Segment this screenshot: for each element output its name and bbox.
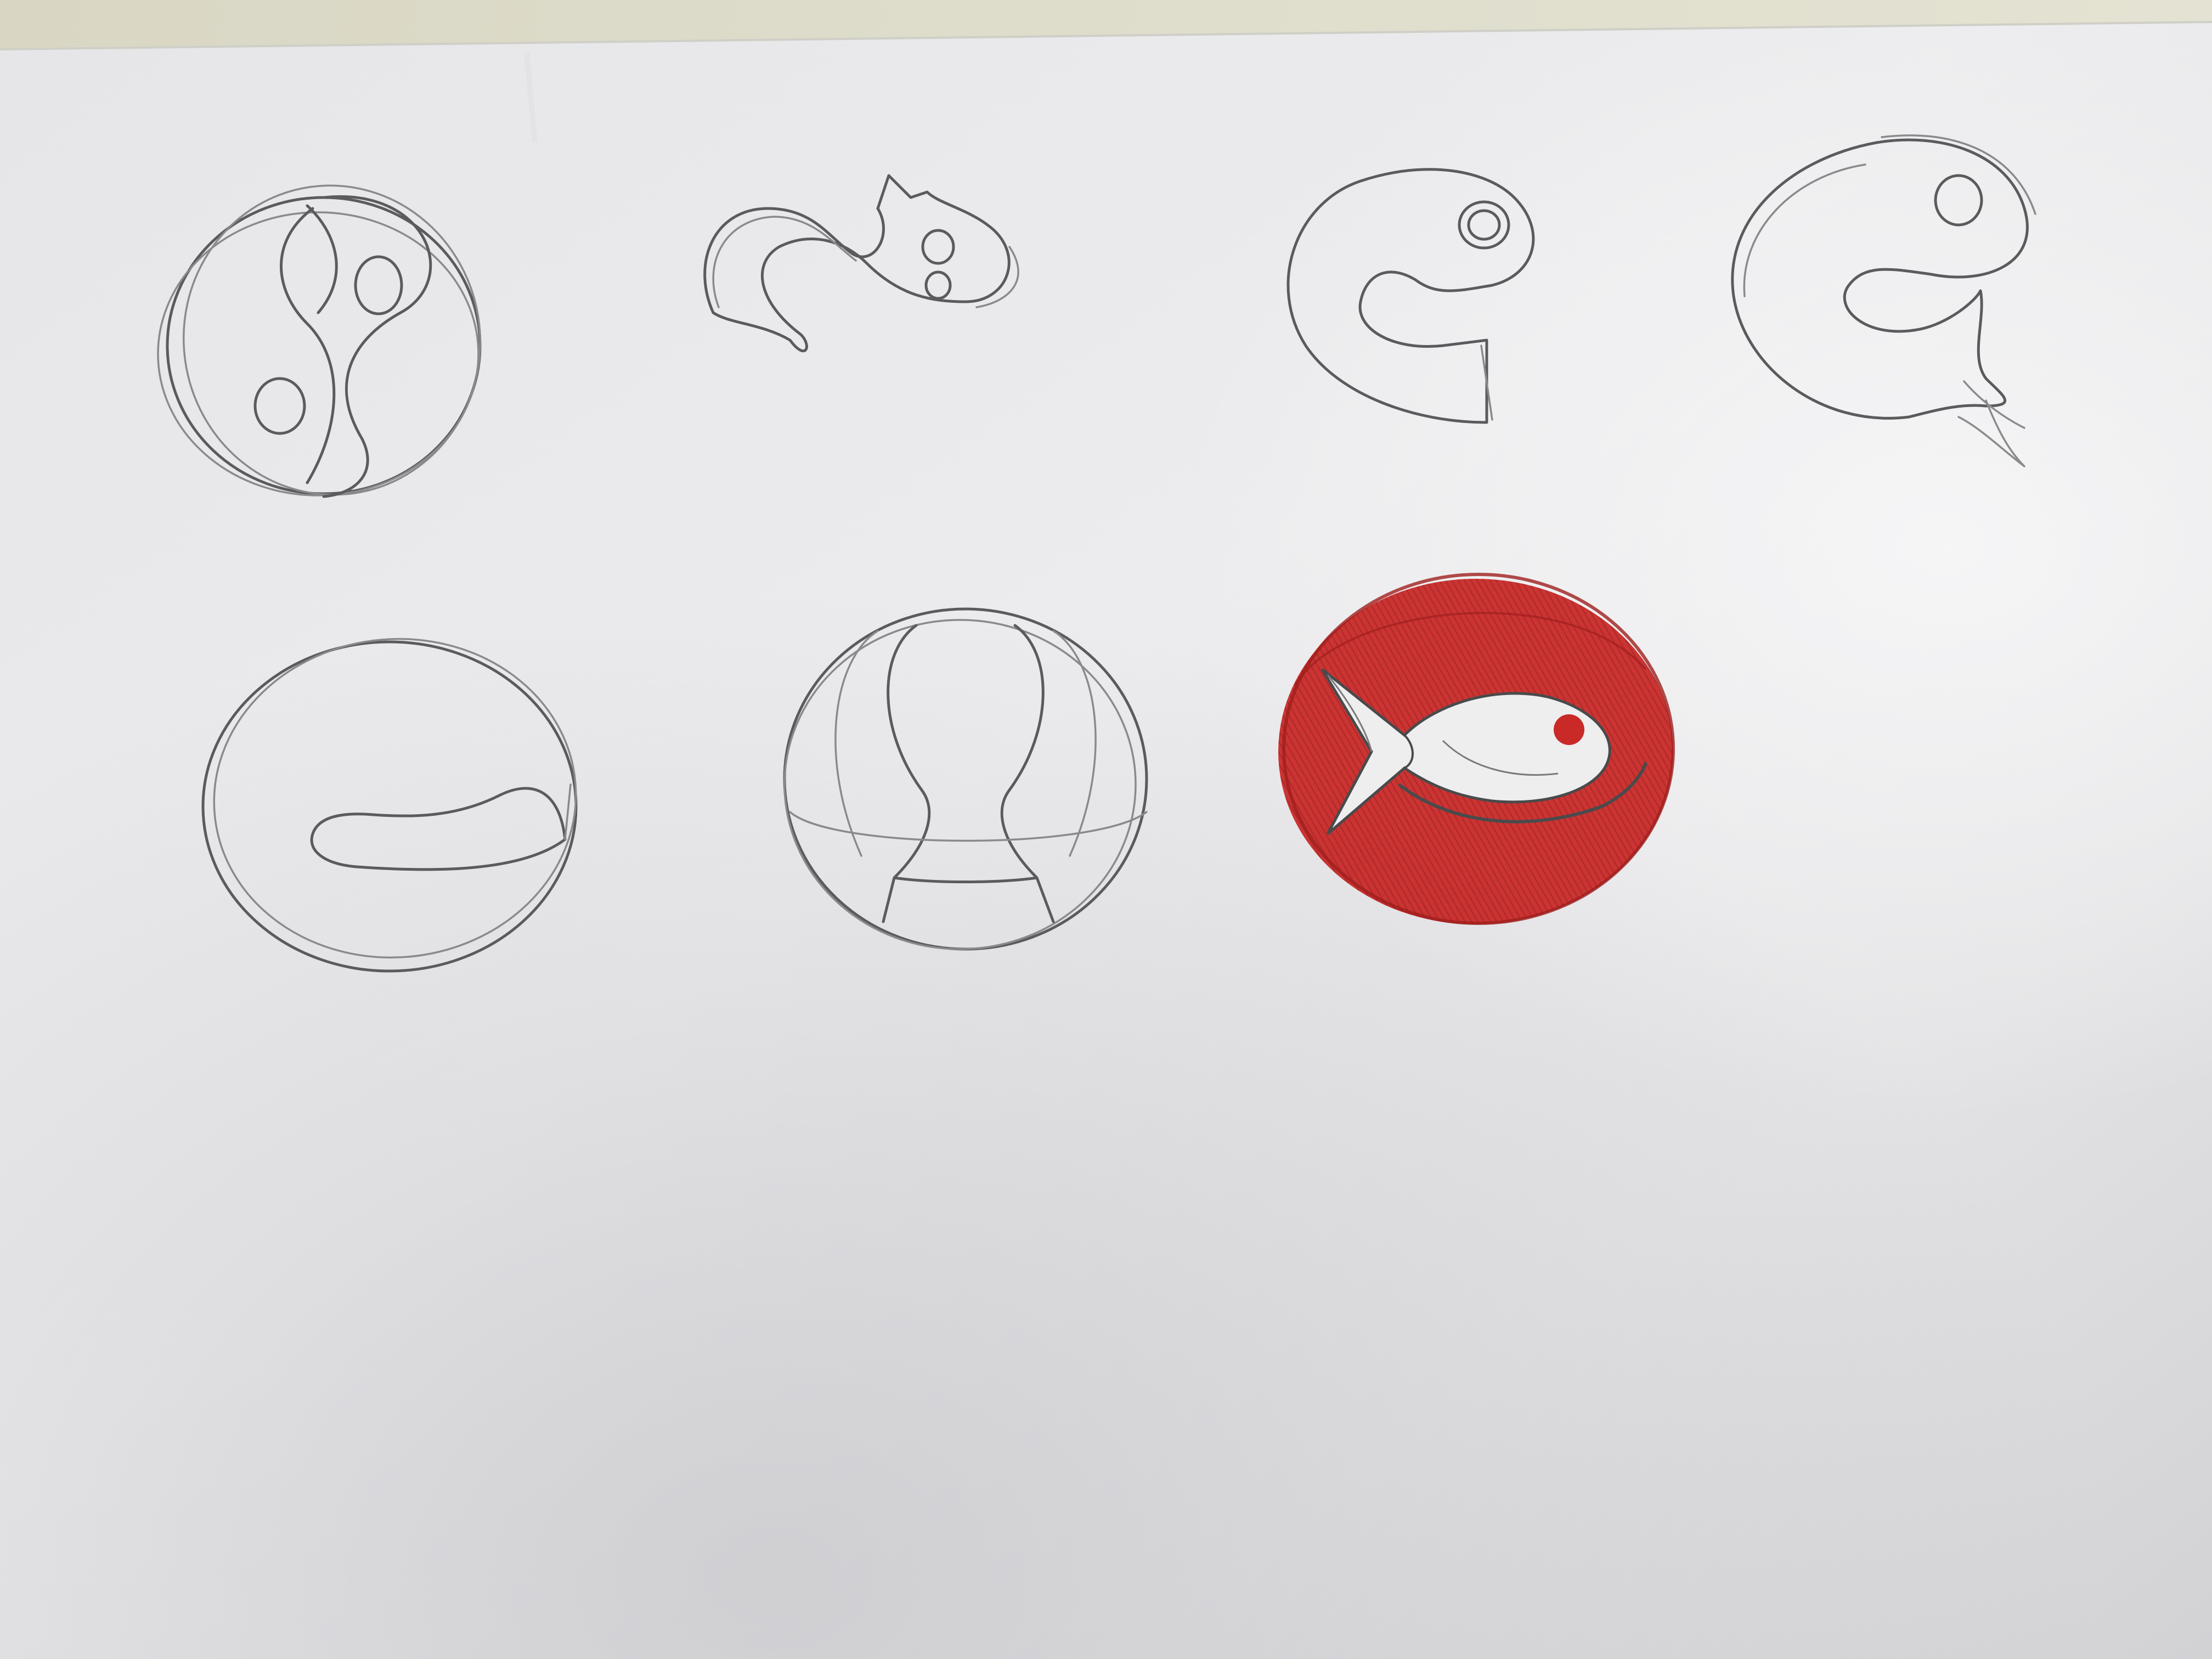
sketch-wave-fish (703, 174, 1019, 353)
sketch-curled-fish (1286, 168, 1535, 424)
sketch-curled-fish-with-tail (1731, 134, 2036, 467)
sketch-circle-with-arch (783, 607, 1148, 951)
sketch-photo (0, 0, 2212, 1659)
sketch-red-fish-emblem (1278, 573, 1675, 925)
sketch-circle-with-fin (201, 637, 578, 973)
sketch-yin-yang-fish (157, 184, 482, 498)
